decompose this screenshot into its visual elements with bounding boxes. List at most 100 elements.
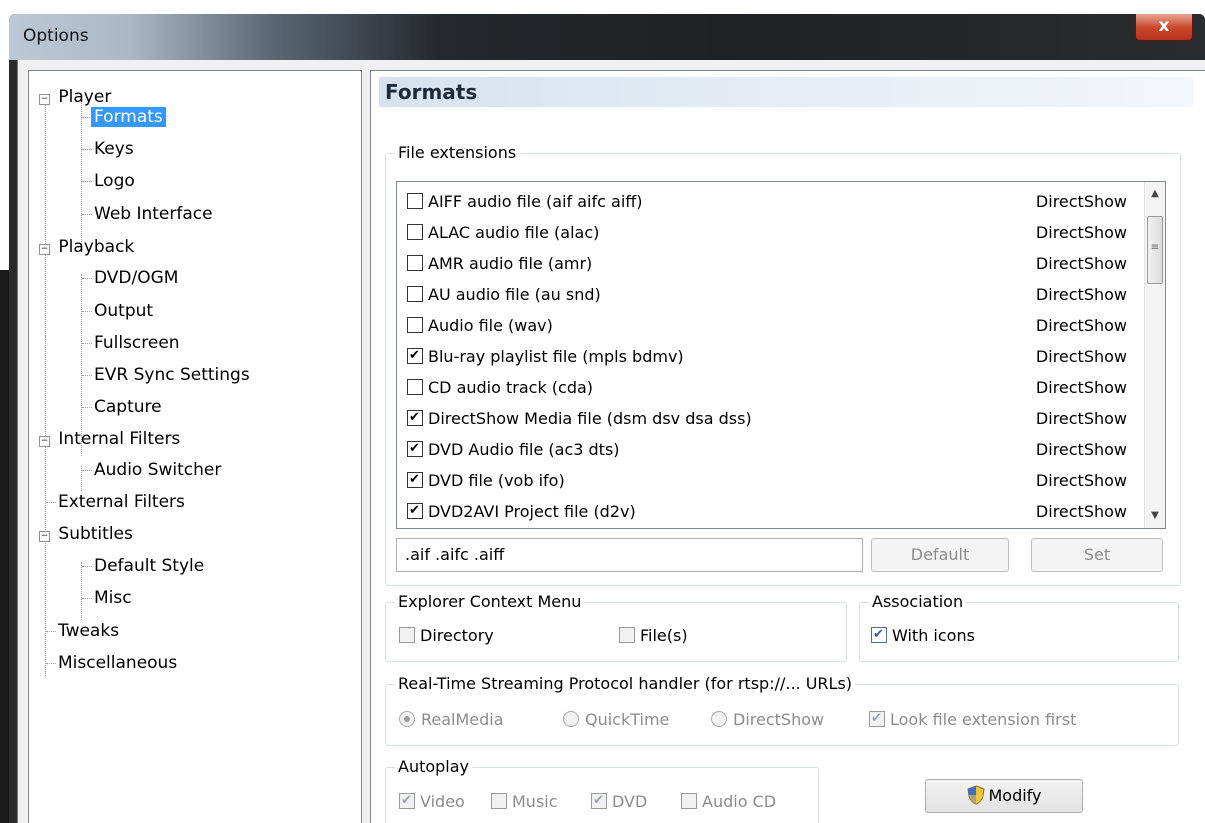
tree-item-logo[interactable]: Logo bbox=[91, 169, 138, 193]
list-item[interactable]: AMR audio file (amr) DirectShow bbox=[407, 248, 1127, 279]
checkbox-icon[interactable] bbox=[591, 793, 607, 809]
format-label: AMR audio file (amr) bbox=[428, 254, 593, 273]
format-label: AIFF audio file (aif aifc aiff) bbox=[428, 192, 643, 211]
list-item[interactable]: DirectShow Media file (dsm dsv dsa dss) D… bbox=[407, 403, 1127, 434]
extension-input[interactable]: .aif .aifc .aiff bbox=[396, 538, 863, 572]
tree-item-internal-filters[interactable]: − Internal Filters bbox=[39, 427, 183, 451]
checkbox-icon[interactable] bbox=[681, 793, 697, 809]
close-button[interactable]: x bbox=[1135, 14, 1193, 41]
directory-checkbox[interactable]: Directory bbox=[399, 625, 494, 647]
collapse-icon[interactable]: − bbox=[39, 436, 50, 447]
files-checkbox[interactable]: File(s) bbox=[619, 625, 688, 647]
tree-connector bbox=[45, 96, 46, 336]
checkbox-icon[interactable] bbox=[491, 793, 507, 809]
checkbox-icon[interactable] bbox=[407, 286, 423, 302]
options-window: Options x − Player Formats Keys Logo Web… bbox=[9, 14, 1205, 823]
autoplay-music-checkbox[interactable]: Music bbox=[491, 791, 558, 813]
background-strip bbox=[0, 270, 9, 823]
tree-item-output[interactable]: Output bbox=[91, 299, 156, 323]
checkbox-icon[interactable] bbox=[407, 193, 423, 209]
format-handler: DirectShow bbox=[1035, 409, 1127, 428]
checkbox-icon[interactable] bbox=[407, 379, 423, 395]
set-button[interactable]: Set bbox=[1031, 538, 1163, 572]
tree-item-default-style[interactable]: Default Style bbox=[91, 554, 207, 578]
realmedia-radio[interactable]: RealMedia bbox=[399, 709, 504, 731]
format-handler: DirectShow bbox=[1035, 347, 1127, 366]
checkbox-icon[interactable] bbox=[399, 793, 415, 809]
tree-item-misc[interactable]: Misc bbox=[91, 586, 135, 610]
directshow-radio[interactable]: DirectShow bbox=[711, 709, 824, 731]
tree-item-web-interface[interactable]: Web Interface bbox=[91, 202, 216, 226]
tree-connector bbox=[45, 336, 46, 676]
tree-item-audio-switcher[interactable]: Audio Switcher bbox=[91, 458, 224, 482]
title-bar[interactable]: Options x bbox=[9, 14, 1205, 60]
dialog-client-area: − Player Formats Keys Logo Web Interface… bbox=[17, 60, 1205, 823]
rtsp-handler-label: Real-Time Streaming Protocol handler (fo… bbox=[395, 674, 856, 694]
format-label: DVD file (vob ifo) bbox=[428, 471, 565, 490]
list-scrollbar[interactable]: ▲ ≡ ▼ bbox=[1144, 182, 1165, 528]
checkbox-icon[interactable] bbox=[619, 627, 635, 643]
list-item[interactable]: CD audio track (cda) DirectShow bbox=[407, 372, 1127, 403]
checkbox-icon[interactable] bbox=[407, 410, 423, 426]
default-button[interactable]: Default bbox=[871, 538, 1009, 572]
checkbox-icon[interactable] bbox=[399, 627, 415, 643]
tree-item-evr-sync-settings[interactable]: EVR Sync Settings bbox=[91, 363, 253, 387]
format-label: Blu-ray playlist file (mpls bdmv) bbox=[428, 347, 684, 366]
tree-item-keys[interactable]: Keys bbox=[91, 137, 137, 161]
collapse-icon[interactable]: − bbox=[39, 94, 50, 105]
tree-item-fullscreen[interactable]: Fullscreen bbox=[91, 331, 183, 355]
scroll-thumb[interactable]: ≡ bbox=[1147, 216, 1163, 284]
file-extensions-list[interactable]: AIFF audio file (aif aifc aiff) DirectSho… bbox=[396, 181, 1166, 529]
checkbox-icon[interactable] bbox=[407, 441, 423, 457]
autoplay-audio-cd-checkbox[interactable]: Audio CD bbox=[681, 791, 776, 813]
scroll-up-icon[interactable]: ▲ bbox=[1145, 184, 1165, 204]
radio-icon[interactable] bbox=[399, 711, 415, 727]
page-title: Formats bbox=[379, 77, 1193, 107]
list-item[interactable]: DVD file (vob ifo) DirectShow bbox=[407, 465, 1127, 496]
format-handler: DirectShow bbox=[1035, 285, 1127, 304]
checkbox-icon[interactable] bbox=[407, 348, 423, 364]
tree-item-tweaks[interactable]: Tweaks bbox=[55, 619, 122, 643]
checkbox-icon[interactable] bbox=[407, 224, 423, 240]
quicktime-radio[interactable]: QuickTime bbox=[563, 709, 669, 731]
look-file-extension-checkbox[interactable]: Look file extension first bbox=[869, 709, 1076, 731]
window-title: Options bbox=[23, 26, 89, 46]
checkbox-icon[interactable] bbox=[871, 627, 887, 643]
list-item[interactable]: AIFF audio file (aif aifc aiff) DirectSho… bbox=[407, 186, 1127, 217]
with-icons-checkbox[interactable]: With icons bbox=[871, 625, 975, 647]
format-handler: DirectShow bbox=[1035, 440, 1127, 459]
tree-connector bbox=[81, 96, 82, 248]
tree-item-subtitles[interactable]: − Subtitles bbox=[39, 522, 136, 546]
tree-item-miscellaneous[interactable]: Miscellaneous bbox=[55, 651, 180, 675]
collapse-icon[interactable]: − bbox=[39, 244, 50, 255]
modify-button[interactable]: Modify bbox=[925, 779, 1083, 813]
list-item[interactable]: Blu-ray playlist file (mpls bdmv) DirectS… bbox=[407, 341, 1127, 372]
checkbox-icon[interactable] bbox=[407, 503, 423, 519]
checkbox-icon[interactable] bbox=[407, 317, 423, 333]
autoplay-dvd-checkbox[interactable]: DVD bbox=[591, 791, 647, 813]
format-handler: DirectShow bbox=[1035, 502, 1127, 521]
format-handler: DirectShow bbox=[1035, 316, 1127, 335]
list-item[interactable]: DVD Audio file (ac3 dts) DirectShow bbox=[407, 434, 1127, 465]
checkbox-icon[interactable] bbox=[869, 711, 885, 727]
radio-icon[interactable] bbox=[711, 711, 727, 727]
checkbox-icon[interactable] bbox=[407, 472, 423, 488]
tree-item-playback[interactable]: − Playback bbox=[39, 235, 137, 259]
autoplay-video-checkbox[interactable]: Video bbox=[399, 791, 465, 813]
list-item[interactable]: ALAC audio file (alac) DirectShow bbox=[407, 217, 1127, 248]
list-item[interactable]: DVD2AVI Project file (d2v) DirectShow bbox=[407, 496, 1127, 527]
list-item[interactable]: AU audio file (au snd) DirectShow bbox=[407, 279, 1127, 310]
scroll-down-icon[interactable]: ▼ bbox=[1145, 506, 1165, 526]
tree-item-external-filters[interactable]: External Filters bbox=[55, 490, 188, 514]
format-label: DirectShow Media file (dsm dsv dsa dss) bbox=[428, 409, 752, 428]
list-item[interactable]: Audio file (wav) DirectShow bbox=[407, 310, 1127, 341]
format-label: CD audio track (cda) bbox=[428, 378, 594, 397]
tree-item-capture[interactable]: Capture bbox=[91, 395, 165, 419]
collapse-icon[interactable]: − bbox=[39, 531, 50, 542]
radio-icon[interactable] bbox=[563, 711, 579, 727]
tree-item-dvd-ogm[interactable]: DVD/OGM bbox=[91, 266, 181, 290]
tree-item-formats[interactable]: Formats bbox=[91, 105, 166, 129]
checkbox-icon[interactable] bbox=[407, 255, 423, 271]
format-handler: DirectShow bbox=[1035, 471, 1127, 490]
format-label: DVD Audio file (ac3 dts) bbox=[428, 440, 620, 459]
